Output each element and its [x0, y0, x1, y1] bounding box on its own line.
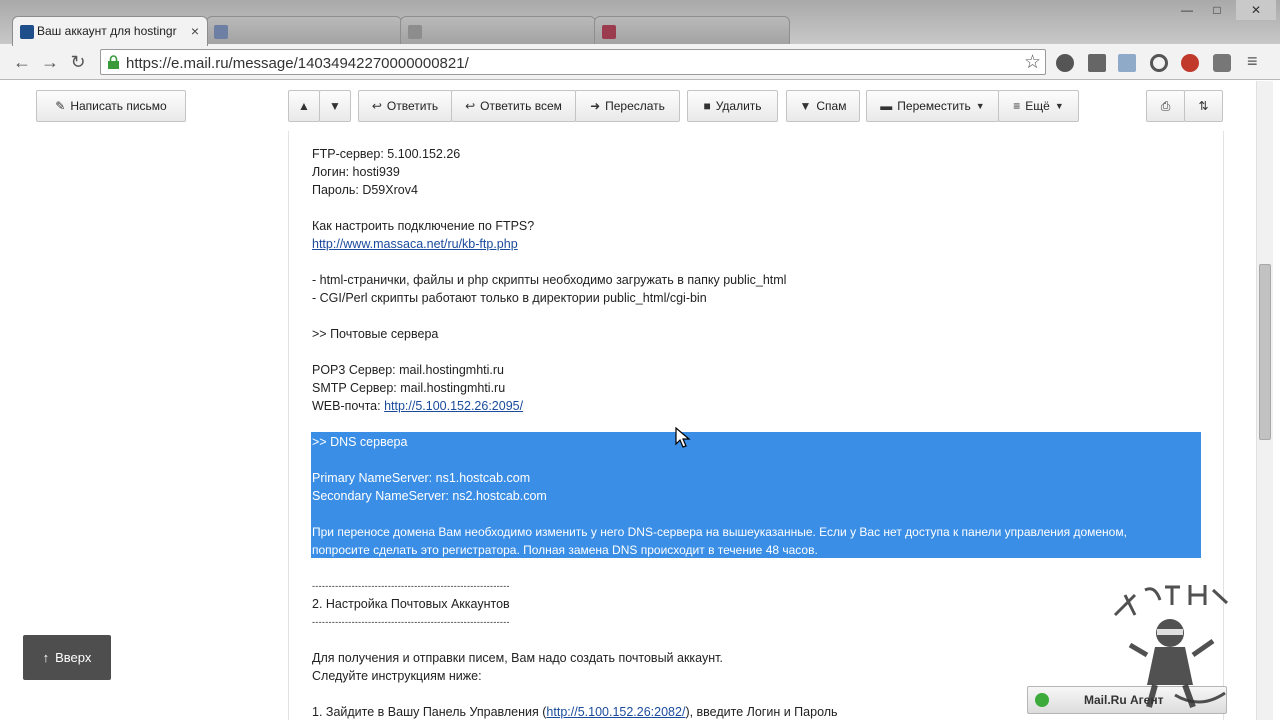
- forward-icon: ➜: [590, 99, 601, 113]
- scrollbar-thumb[interactable]: [1259, 264, 1271, 440]
- reply-icon: ↩: [371, 99, 382, 113]
- url-text: https://e.mail.ru/message/14034942270000…: [126, 55, 469, 72]
- thumbs-down-icon: ▼: [799, 99, 812, 113]
- browser-toolbar: ← → ↻ https://e.mail.ru/message/14034942…: [0, 44, 1280, 80]
- tab-background-3[interactable]: [594, 16, 790, 46]
- mail-intro: Для получения и отправки писем, Вам надо…: [312, 651, 723, 665]
- cgi-note: - CGI/Perl скрипты работают только в дир…: [312, 291, 707, 305]
- mail-servers-heading: >> Почтовые сервера: [312, 327, 439, 341]
- html-note: - html-странички, файлы и php скрипты не…: [312, 273, 787, 287]
- reply-all-label: Ответить всем: [480, 99, 562, 113]
- compose-label: Написать письмо: [70, 99, 167, 113]
- forward-nav-icon[interactable]: →: [38, 50, 62, 74]
- page-scrollbar[interactable]: [1256, 81, 1273, 720]
- extension-icon[interactable]: [1150, 54, 1168, 72]
- extension-icon[interactable]: [1118, 54, 1136, 72]
- extension-icon[interactable]: [1088, 54, 1106, 72]
- tab-active[interactable]: Ваш аккаунт для hostingr ×: [12, 16, 208, 46]
- forward-button[interactable]: ➜ Переслать: [575, 90, 680, 122]
- address-bar[interactable]: https://e.mail.ru/message/14034942270000…: [100, 49, 1046, 75]
- move-label: Переместить: [897, 99, 971, 113]
- next-message-button[interactable]: ▼: [319, 90, 351, 122]
- maximize-icon[interactable]: □: [1202, 0, 1232, 20]
- more-label: Ещё: [1025, 99, 1050, 113]
- prev-message-button[interactable]: ▲: [288, 90, 320, 122]
- divider-line: ----------------------------------------…: [312, 581, 510, 591]
- pop3-line: POP3 Сервер: mail.hostingmhti.ru: [312, 363, 505, 377]
- watermark-logo-icon: [1113, 585, 1229, 709]
- move-button[interactable]: ▬ Переместить ▼: [866, 90, 999, 122]
- spam-button[interactable]: ▼ Спам: [786, 90, 860, 122]
- extension-icon[interactable]: [1213, 54, 1231, 72]
- tab-favicon-icon: [408, 25, 422, 39]
- primary-ns-line: Primary NameServer: ns1.hostcab.com: [312, 471, 531, 485]
- compose-button[interactable]: ✎ Написать письмо: [36, 90, 186, 122]
- reply-all-icon: ↩: [465, 99, 476, 113]
- tab-background-1[interactable]: [206, 16, 402, 46]
- message-body: FTP-сервер: 5.100.152.26 Логин: hosti939…: [288, 131, 1224, 720]
- dns-heading: >> DNS сервера: [312, 435, 408, 449]
- webmail-label: WEB-почта:: [312, 399, 385, 413]
- menu-icon[interactable]: ≡: [1247, 51, 1258, 72]
- agent-status-icon: [1035, 693, 1049, 707]
- webmail-link[interactable]: http://5.100.152.26:2095/: [384, 399, 523, 413]
- back-icon[interactable]: ←: [10, 50, 34, 74]
- reload-icon[interactable]: ↻: [66, 50, 90, 74]
- mail-toolbar: ✎ Написать письмо ▲ ▼ ↩ Ответить ↩ Ответ…: [0, 81, 1280, 131]
- browser-tabbar: Ваш аккаунт для hostingr × — □ ✕: [0, 0, 1280, 46]
- ftps-question: Как настроить подключение по FTPS?: [312, 219, 535, 233]
- section2-title: 2. Настройка Почтовых Аккаунтов: [312, 597, 510, 611]
- mail-favicon-icon: [20, 25, 34, 39]
- folder-icon: ▬: [880, 99, 893, 113]
- password-line: Пароль: D59Xrov4: [312, 183, 418, 197]
- arrow-up-icon: ↑: [42, 650, 50, 665]
- more-button[interactable]: ≡ Ещё ▼: [998, 90, 1079, 122]
- delete-button[interactable]: ■ Удалить: [687, 90, 778, 122]
- step1-prefix: 1. Зайдите в Вашу Панель Управления (: [312, 705, 547, 719]
- chevron-down-icon: ▼: [1054, 101, 1064, 111]
- follow-instructions: Следуйте инструкциям ниже:: [312, 669, 482, 683]
- list-icon: ≡: [1013, 99, 1021, 113]
- tab-background-2[interactable]: [400, 16, 596, 46]
- login-line: Логин: hosti939: [312, 165, 400, 179]
- reply-button[interactable]: ↩ Ответить: [358, 90, 452, 122]
- close-window-icon[interactable]: ✕: [1236, 0, 1276, 20]
- reply-label: Ответить: [386, 99, 439, 113]
- extension-icon[interactable]: [1056, 54, 1074, 72]
- delete-label: Удалить: [715, 99, 762, 113]
- mouse-cursor-icon: [675, 427, 691, 448]
- step1-link[interactable]: http://5.100.152.26:2082/: [546, 705, 685, 719]
- tab-title: Ваш аккаунт для hostingr: [37, 24, 177, 38]
- tab-close-icon[interactable]: ×: [191, 23, 199, 39]
- scroll-to-top-label: Вверх: [55, 650, 92, 665]
- smtp-line: SMTP Сервер: mail.hostingmhti.ru: [312, 381, 506, 395]
- minimize-icon[interactable]: —: [1172, 0, 1202, 20]
- scroll-to-top-button[interactable]: ↑ Вверх: [23, 635, 111, 680]
- spam-label: Спам: [816, 99, 847, 113]
- dns-note-line-2: попросите сделать это регистратора. Полн…: [312, 543, 818, 557]
- secondary-ns-line: Secondary NameServer: ns2.hostcab.com: [312, 489, 547, 503]
- arrow-up-icon: ▲: [298, 99, 310, 113]
- refresh-button[interactable]: ⇅: [1184, 90, 1223, 122]
- tab-favicon-icon: [214, 25, 228, 39]
- trash-icon: ■: [703, 99, 711, 113]
- message-text: FTP-сервер: 5.100.152.26 Логин: hosti939…: [312, 145, 1202, 720]
- refresh-icon: ⇅: [1198, 99, 1209, 113]
- print-icon: ⎙: [1160, 98, 1171, 113]
- step1-suffix: ), введите Логин и Пароль: [685, 705, 838, 719]
- adblock-icon[interactable]: [1181, 54, 1199, 72]
- reply-all-button[interactable]: ↩ Ответить всем: [451, 90, 576, 122]
- lock-icon: [108, 55, 119, 69]
- tab-favicon-icon: [602, 25, 616, 39]
- compose-icon: ✎: [55, 99, 66, 113]
- divider-line: ----------------------------------------…: [312, 617, 510, 627]
- ftp-server-line: FTP-сервер: 5.100.152.26: [312, 147, 461, 161]
- print-button[interactable]: ⎙: [1146, 90, 1185, 122]
- star-icon[interactable]: ☆: [1024, 51, 1041, 74]
- arrow-down-icon: ▼: [329, 99, 341, 113]
- forward-label: Переслать: [605, 99, 665, 113]
- chevron-down-icon: ▼: [975, 101, 985, 111]
- ftps-link[interactable]: http://www.massaca.net/ru/kb-ftp.php: [312, 237, 518, 251]
- dns-note-line-1: При переносе домена Вам необходимо измен…: [312, 525, 1127, 539]
